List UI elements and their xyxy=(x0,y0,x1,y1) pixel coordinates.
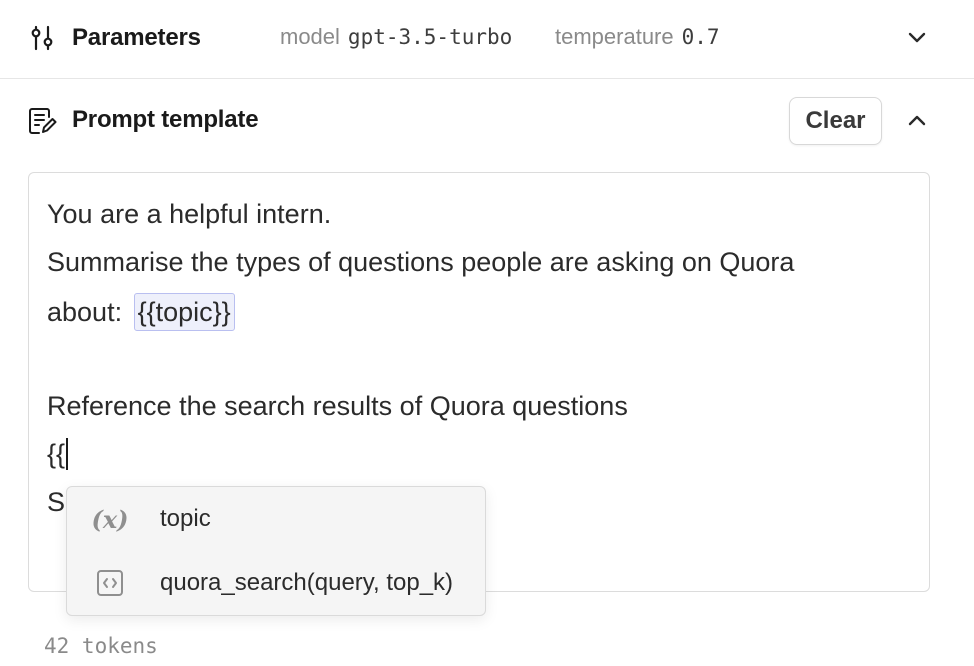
chevron-up-icon[interactable] xyxy=(905,110,929,130)
editor-line: about: {{topic}} xyxy=(47,293,235,331)
autocomplete-dropdown: (x) topic quora_search(query, top_k) xyxy=(66,486,486,616)
variable-chip-topic[interactable]: {{topic}} xyxy=(133,293,235,331)
sliders-icon xyxy=(31,25,53,51)
autocomplete-item-label: quora_search(query, top_k) xyxy=(160,569,454,596)
variable-icon: (x) xyxy=(91,504,129,534)
chevron-down-icon[interactable] xyxy=(905,28,929,48)
temperature-label: temperature xyxy=(555,24,674,49)
parameters-bar[interactable]: Parameters model gpt-3.5-turbo temperatu… xyxy=(0,0,974,79)
editor-text: {{ xyxy=(47,439,66,469)
autocomplete-item-quora-search[interactable]: quora_search(query, top_k) xyxy=(67,553,485,613)
model-param: model gpt-3.5-turbo xyxy=(280,24,512,50)
editor-line: {{ xyxy=(47,437,69,472)
autocomplete-item-label: topic xyxy=(160,505,211,532)
temperature-param: temperature 0.7 xyxy=(555,24,720,50)
token-count: 42 tokens xyxy=(44,634,158,658)
editor-line: Summarise the types of questions people … xyxy=(47,247,795,277)
editor-text: about: xyxy=(47,297,123,327)
parameters-title: Parameters xyxy=(72,24,201,51)
edit-document-icon xyxy=(29,108,57,134)
model-label: model xyxy=(280,24,340,49)
autocomplete-item-topic[interactable]: (x) topic xyxy=(67,489,485,549)
model-value: gpt-3.5-turbo xyxy=(347,25,513,49)
editor-line: Reference the search results of Quora qu… xyxy=(47,391,628,421)
temperature-value: 0.7 xyxy=(681,25,720,49)
prompt-template-title: Prompt template xyxy=(72,106,259,133)
editor-line: S xyxy=(47,487,66,517)
clear-button[interactable]: Clear xyxy=(789,97,882,145)
code-function-icon xyxy=(93,568,127,598)
editor-line: You are a helpful intern. xyxy=(47,199,332,229)
text-caret xyxy=(66,437,69,470)
